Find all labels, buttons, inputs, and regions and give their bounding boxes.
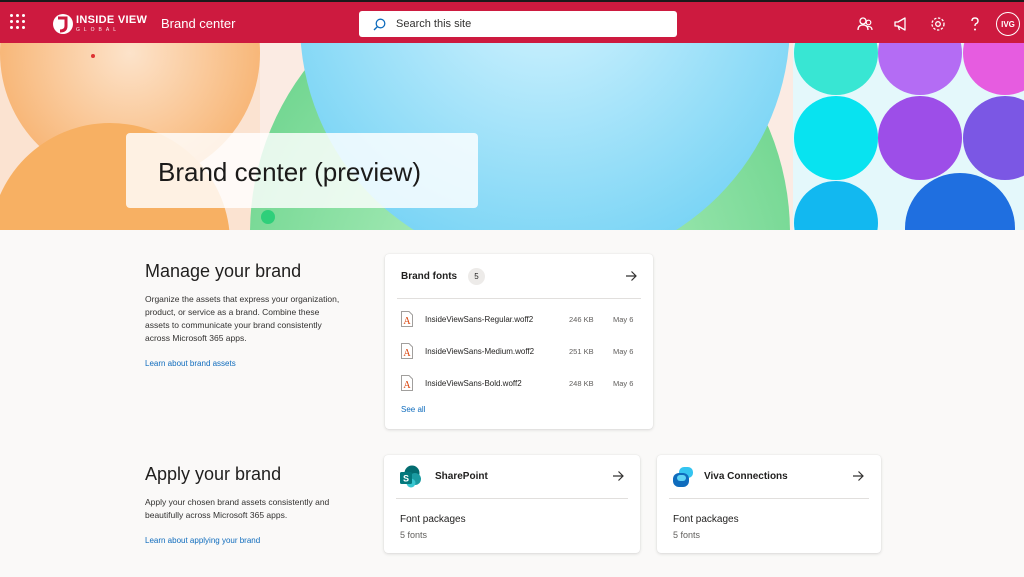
viva-connections-icon	[673, 467, 693, 487]
file-name: InsideViewSans-Medium.woff2	[425, 346, 535, 356]
viva-connections-arrow-icon[interactable]	[852, 470, 864, 482]
file-row[interactable]: A InsideViewSans-Regular.woff2 246 KB Ma…	[401, 308, 637, 330]
search-box[interactable]: Search this site	[359, 11, 677, 37]
sharepoint-arrow-icon[interactable]	[612, 470, 624, 482]
package-title: Font packages	[673, 514, 739, 525]
svg-text:A: A	[403, 380, 411, 391]
package-count: 5 fonts	[400, 530, 428, 540]
svg-text:S: S	[403, 474, 409, 484]
company-logo[interactable]: INSIDE VIEW GLOBAL	[52, 11, 147, 37]
fonts-count-badge: 5	[468, 268, 485, 285]
user-avatar[interactable]: IVG	[996, 12, 1020, 36]
people-icon[interactable]	[856, 15, 874, 33]
font-file-icon: A	[401, 311, 413, 327]
file-name: InsideViewSans-Bold.woff2	[425, 378, 522, 388]
search-placeholder: Search this site	[396, 18, 472, 30]
file-size: 246 KB	[569, 314, 594, 324]
apply-section-description: Apply your chosen brand assets consisten…	[145, 497, 330, 520]
manage-section-title: Manage your brand	[145, 261, 302, 281]
font-file-icon: A	[401, 375, 413, 391]
learn-applying-brand-link[interactable]: Learn about applying your brand	[145, 536, 260, 545]
see-all-fonts-link[interactable]: See all	[401, 405, 425, 414]
card-divider	[397, 298, 641, 299]
sharepoint-card[interactable]: S SharePoint Font packages 5 fonts	[384, 455, 640, 553]
brand-fonts-arrow-icon[interactable]	[625, 270, 637, 282]
page-title: Brand center (preview)	[158, 157, 421, 187]
suite-header: INSIDE VIEW GLOBAL Brand center Search t…	[0, 0, 1024, 43]
file-size: 251 KB	[569, 346, 594, 356]
hero-title-panel: Brand center (preview)	[126, 133, 478, 208]
help-icon[interactable]	[966, 15, 984, 33]
file-row[interactable]: A InsideViewSans-Medium.woff2 251 KB May…	[401, 340, 637, 362]
settings-gear-icon[interactable]	[929, 15, 947, 33]
font-file-icon: A	[401, 343, 413, 359]
app-launcher-icon[interactable]	[10, 14, 26, 30]
card-divider	[669, 498, 869, 499]
file-name: InsideViewSans-Regular.woff2	[425, 314, 534, 324]
package-count: 5 fonts	[673, 530, 701, 540]
search-icon	[373, 18, 386, 30]
brand-fonts-title[interactable]: Brand fonts	[401, 271, 457, 282]
hero-banner: Brand center (preview)	[0, 43, 1024, 230]
app-name: Viva Connections	[704, 471, 788, 482]
logo-main-text: INSIDE VIEW	[76, 14, 148, 26]
file-row[interactable]: A InsideViewSans-Bold.woff2 248 KB May 6	[401, 372, 637, 394]
svg-text:A: A	[403, 348, 411, 359]
file-size: 248 KB	[569, 378, 594, 388]
app-name: SharePoint	[435, 471, 488, 482]
package-title: Font packages	[400, 514, 466, 525]
apply-section-title: Apply your brand	[145, 464, 282, 484]
svg-text:A: A	[403, 316, 411, 327]
file-date: May 6	[613, 314, 634, 324]
megaphone-icon[interactable]	[892, 15, 910, 33]
manage-section-description: Organize the assets that express your or…	[145, 294, 340, 343]
site-title[interactable]: Brand center	[161, 16, 235, 31]
card-divider	[396, 498, 628, 499]
logo-sub-text: GLOBAL	[76, 27, 121, 33]
brand-fonts-card: Brand fonts 5 A InsideViewSans-Regular.w…	[385, 254, 653, 429]
logo-mark-icon	[53, 14, 73, 34]
file-date: May 6	[613, 378, 634, 388]
sharepoint-icon: S	[400, 465, 421, 488]
viva-connections-card[interactable]: Viva Connections Font packages 5 fonts	[657, 455, 881, 553]
learn-brand-assets-link[interactable]: Learn about brand assets	[145, 359, 236, 368]
file-date: May 6	[613, 346, 634, 356]
